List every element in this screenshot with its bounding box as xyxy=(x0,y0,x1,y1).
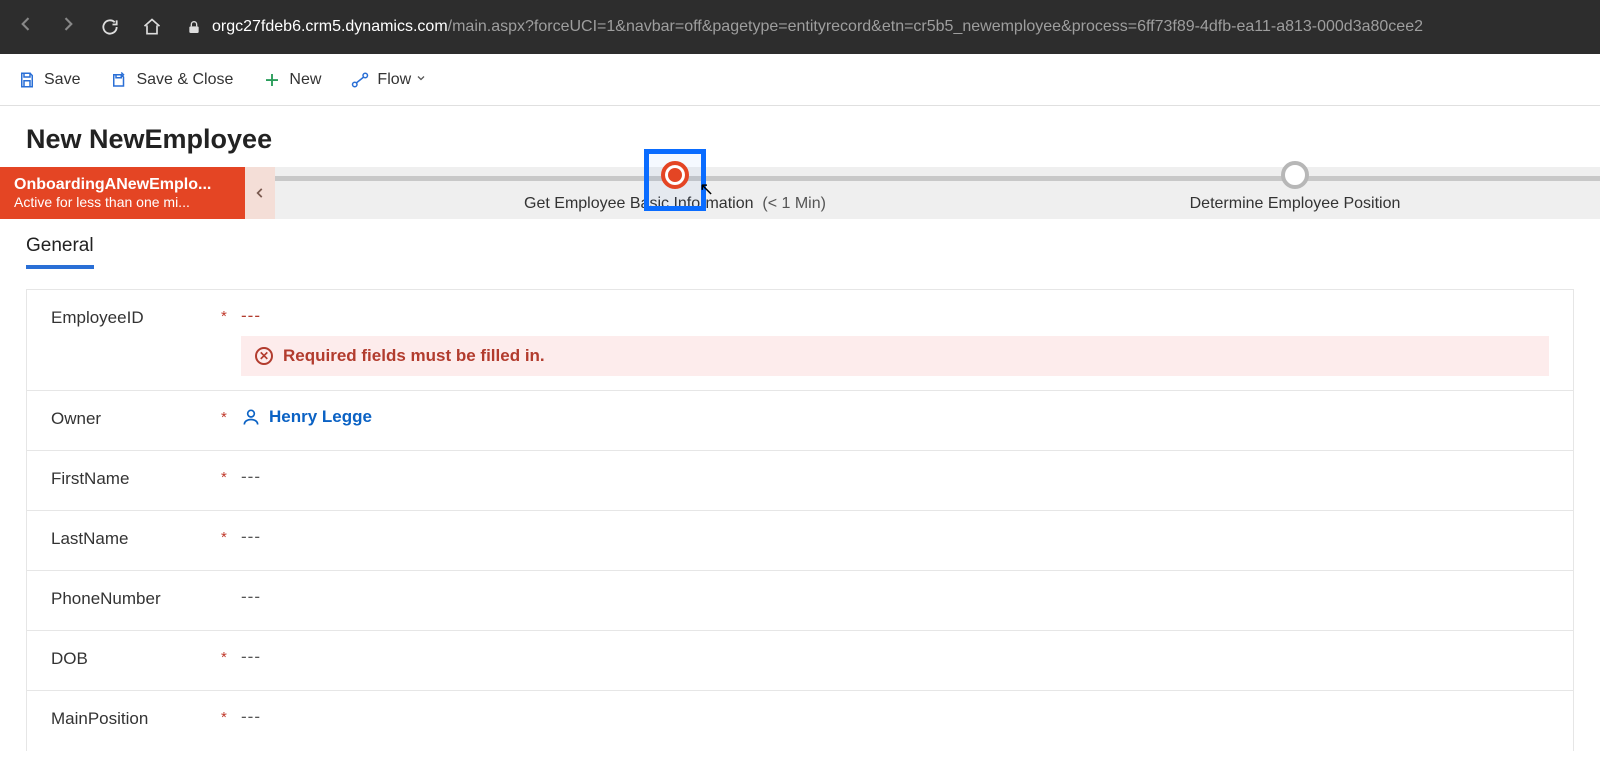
bpf-collapse-button[interactable] xyxy=(245,167,275,219)
save-close-label: Save & Close xyxy=(136,71,233,89)
url-text: orgc27fdeb6.crm5.dynamics.com/main.aspx?… xyxy=(212,18,1423,36)
dob-input[interactable]: --- xyxy=(241,647,1549,667)
required-indicator: * xyxy=(221,527,241,546)
field-label: DOB xyxy=(51,647,221,669)
field-label: MainPosition xyxy=(51,707,221,729)
employeeid-input[interactable]: --- xyxy=(241,306,1549,326)
form-section-general: EmployeeID * --- ✕ Required fields must … xyxy=(26,289,1574,751)
bpf-stage-position[interactable]: Determine Employee Position xyxy=(1095,167,1495,213)
address-bar[interactable]: orgc27fdeb6.crm5.dynamics.com/main.aspx?… xyxy=(180,18,1588,36)
business-process-flow: OnboardingANewEmplo... Active for less t… xyxy=(0,167,1600,219)
bpf-process-badge[interactable]: OnboardingANewEmplo... Active for less t… xyxy=(0,167,245,219)
stage-label: Determine Employee Position xyxy=(1095,195,1495,213)
flow-label: Flow xyxy=(377,71,411,89)
stage-node-active[interactable] xyxy=(661,161,689,189)
field-row-dob: DOB * --- xyxy=(27,631,1573,691)
home-button[interactable] xyxy=(138,13,166,41)
back-button[interactable] xyxy=(12,10,40,44)
reload-button[interactable] xyxy=(96,13,124,41)
browser-chrome: orgc27fdeb6.crm5.dynamics.com/main.aspx?… xyxy=(0,0,1600,54)
bpf-process-status: Active for less than one mi... xyxy=(14,194,231,210)
field-error-box: ✕ Required fields must be filled in. xyxy=(241,336,1549,376)
flow-icon xyxy=(351,71,369,89)
required-indicator xyxy=(221,587,241,589)
required-indicator: * xyxy=(221,467,241,486)
field-label: LastName xyxy=(51,527,221,549)
field-row-lastname: LastName * --- xyxy=(27,511,1573,571)
page-title: New NewEmployee xyxy=(26,124,1574,155)
field-label: Owner xyxy=(51,407,221,429)
save-button[interactable]: Save xyxy=(14,65,84,95)
field-label: FirstName xyxy=(51,467,221,489)
form-tabs: General xyxy=(0,219,1600,269)
person-icon xyxy=(241,407,261,427)
required-indicator: * xyxy=(221,306,241,325)
bpf-process-name: OnboardingANewEmplo... xyxy=(14,176,231,194)
new-label: New xyxy=(289,71,321,89)
owner-value: Henry Legge xyxy=(269,407,372,427)
save-icon xyxy=(18,71,36,89)
phonenumber-input[interactable]: --- xyxy=(241,587,1549,607)
stage-node[interactable] xyxy=(1281,161,1309,189)
field-label: PhoneNumber xyxy=(51,587,221,609)
required-indicator: * xyxy=(221,647,241,666)
required-indicator: * xyxy=(221,707,241,726)
field-row-employeeid: EmployeeID * --- ✕ Required fields must … xyxy=(27,290,1573,391)
flow-button[interactable]: Flow xyxy=(347,65,431,95)
field-error-text: Required fields must be filled in. xyxy=(283,346,545,366)
error-icon: ✕ xyxy=(255,347,273,365)
mainposition-input[interactable]: --- xyxy=(241,707,1549,727)
bpf-stage-basic-info[interactable]: ↖ Get Employee Basic Information (< 1 Mi… xyxy=(475,167,875,213)
lock-icon xyxy=(186,19,202,35)
plus-icon xyxy=(263,71,281,89)
new-button[interactable]: New xyxy=(259,65,325,95)
page-header: New NewEmployee xyxy=(0,106,1600,167)
lastname-input[interactable]: --- xyxy=(241,527,1549,547)
form-area: EmployeeID * --- ✕ Required fields must … xyxy=(0,269,1600,751)
save-close-button[interactable]: Save & Close xyxy=(106,65,237,95)
field-row-mainposition: MainPosition * --- xyxy=(27,691,1573,751)
bpf-track: ↖ Get Employee Basic Information (< 1 Mi… xyxy=(275,167,1600,219)
chevron-down-icon xyxy=(415,72,427,87)
field-row-phonenumber: PhoneNumber --- xyxy=(27,571,1573,631)
command-bar: Save Save & Close New Flow xyxy=(0,54,1600,106)
field-row-owner: Owner * Henry Legge xyxy=(27,391,1573,451)
forward-button[interactable] xyxy=(54,10,82,44)
required-indicator: * xyxy=(221,407,241,426)
save-label: Save xyxy=(44,71,80,89)
field-label: EmployeeID xyxy=(51,306,221,328)
save-close-icon xyxy=(110,71,128,89)
owner-lookup[interactable]: Henry Legge xyxy=(241,407,1549,427)
field-row-firstname: FirstName * --- xyxy=(27,451,1573,511)
firstname-input[interactable]: --- xyxy=(241,467,1549,487)
tab-general[interactable]: General xyxy=(26,235,94,269)
